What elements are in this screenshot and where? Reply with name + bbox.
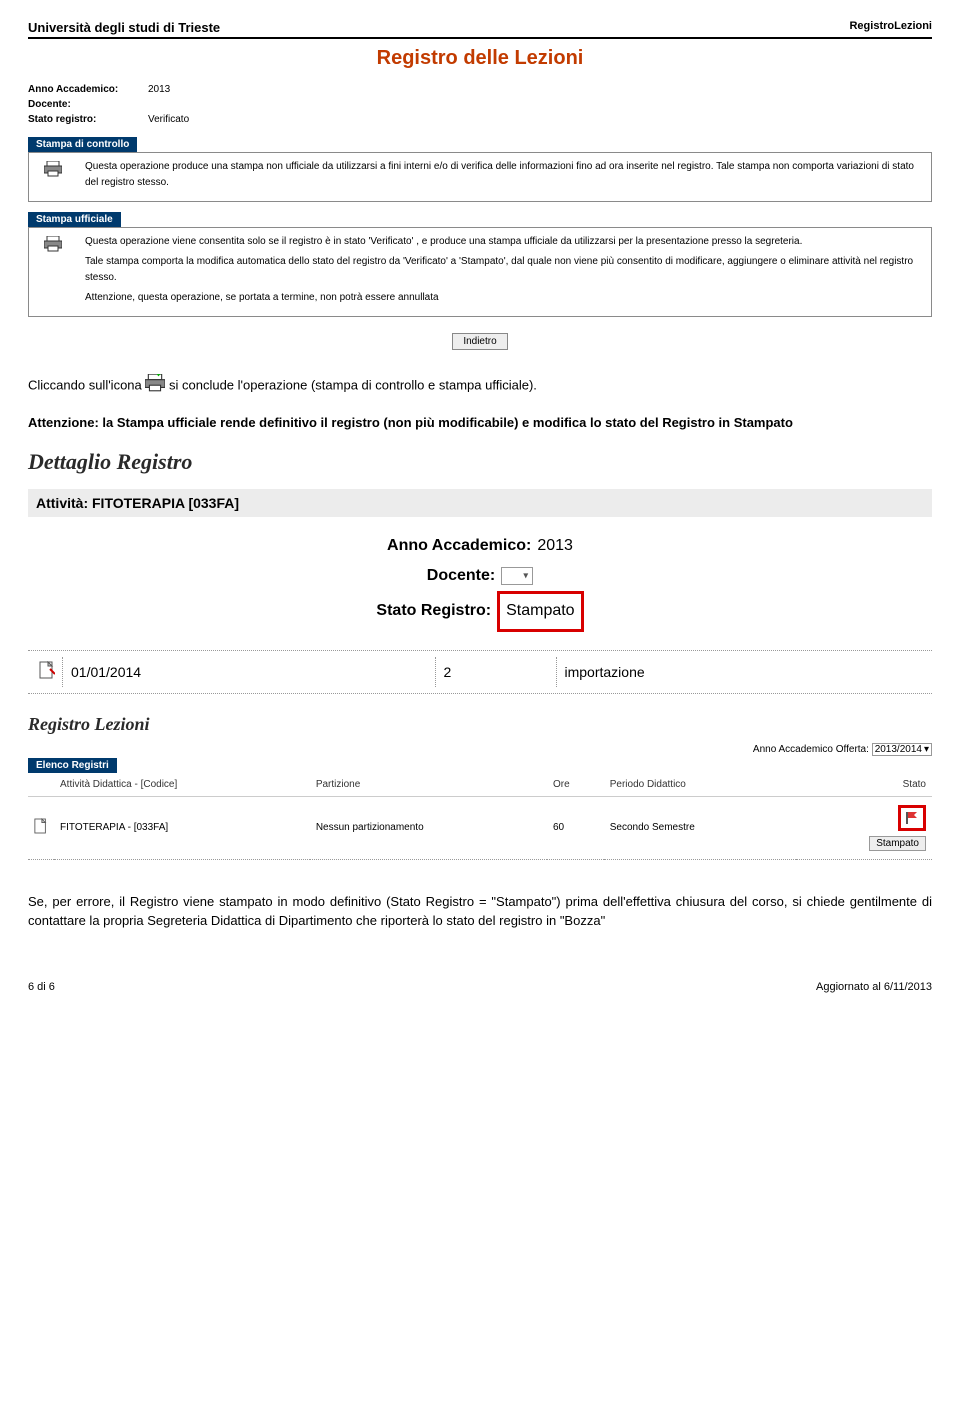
stampa-ufficiale-line3: Attenzione, questa operazione, se portat… <box>85 290 923 306</box>
footer-date: Aggiornato al 6/11/2013 <box>816 981 932 993</box>
page-footer: 6 di 6 Aggiornato al 6/11/2013 <box>0 981 960 1017</box>
section-stampa-controllo: Questa operazione produce una stampa non… <box>28 152 932 202</box>
col-attivita: Attività Didattica - [Codice] <box>54 773 310 797</box>
stato-value-highlight: Stampato <box>497 591 583 631</box>
stato-label: Stato registro: <box>28 112 148 127</box>
stampa-controllo-text: Questa operazione produce una stampa non… <box>85 159 923 191</box>
det-docente-label: Docente: <box>427 561 495 591</box>
dettaglio-fields: Anno Accademico: 2013 Docente: ▾ Stato R… <box>28 531 932 632</box>
doc-icon[interactable] <box>34 826 48 837</box>
elenco-table: Attività Didattica - [Codice] Partizione… <box>28 773 932 860</box>
det-anno-label: Anno Accademico: <box>387 531 531 561</box>
indietro-button[interactable]: Indietro <box>452 333 507 350</box>
dettaglio-title: Dettaglio Registro <box>28 449 932 475</box>
det-stato-label: Stato Registro: <box>376 596 491 626</box>
section-stampa-ufficiale: Questa operazione viene consentita solo … <box>28 227 932 317</box>
chevron-down-icon: ▾ <box>523 567 528 586</box>
page-header: Università degli studi di Trieste Regist… <box>28 20 932 39</box>
registro-meta: Anno Accademico: 2013 Docente: Stato reg… <box>28 82 932 127</box>
doc-icon[interactable] <box>39 666 55 682</box>
cell-periodo: Secondo Semestre <box>604 796 796 859</box>
print-icon[interactable] <box>44 236 62 255</box>
paragraph-click-icon: Cliccando sull'icona si conclude l'opera… <box>28 374 932 398</box>
docente-select[interactable]: ▾ <box>501 567 533 585</box>
stato-chip: Stampato <box>869 836 926 851</box>
cell-partizione: Nessun partizionamento <box>310 796 547 859</box>
main-title: Registro delle Lezioni <box>28 47 932 70</box>
cell-attivita: FITOTERAPIA - [033FA] <box>54 796 310 859</box>
section-stampa-ufficiale-tab: Stampa ufficiale <box>28 212 121 227</box>
app-name: RegistroLezioni <box>849 20 932 32</box>
stampa-ufficiale-line2: Tale stampa comporta la modifica automat… <box>85 254 923 286</box>
stato-highlight-box <box>898 805 926 831</box>
col-partizione: Partizione <box>310 773 547 797</box>
col-ore: Ore <box>547 773 604 797</box>
ay-offer: Anno Accademico Offerta: 2013/2014 ▾ <box>28 743 932 756</box>
print-icon[interactable] <box>44 161 62 180</box>
paragraph-attenzione: Attenzione: la Stampa ufficiale rende de… <box>28 414 932 433</box>
det-anno-value: 2013 <box>537 531 573 561</box>
elenco-registri-tab: Elenco Registri <box>28 758 117 773</box>
activity-row: 01/01/2014 2 importazione <box>28 650 932 694</box>
chevron-down-icon: ▾ <box>924 744 929 755</box>
stampa-ufficiale-line1: Questa operazione viene consentita solo … <box>85 234 923 250</box>
row-date: 01/01/2014 <box>63 664 435 680</box>
cell-ore: 60 <box>547 796 604 859</box>
registro-lezioni-title: Registro Lezioni <box>28 714 932 735</box>
section-stampa-controllo-tab: Stampa di controllo <box>28 137 137 152</box>
activity-bar: Attività: FITOTERAPIA [033FA] <box>28 489 932 517</box>
print-icon <box>145 374 165 398</box>
flag-icon <box>905 812 919 824</box>
footer-page: 6 di 6 <box>28 981 55 993</box>
anno-label: Anno Accademico: <box>28 82 148 97</box>
univ-name: Università degli studi di Trieste <box>28 20 220 35</box>
paragraph-error-note: Se, per errore, il Registro viene stampa… <box>28 892 932 931</box>
col-stato: Stato <box>796 773 932 797</box>
col-periodo: Periodo Didattico <box>604 773 796 797</box>
row-desc: importazione <box>557 664 929 680</box>
anno-value: 2013 <box>148 82 170 97</box>
row-qty: 2 <box>436 664 556 680</box>
table-row: FITOTERAPIA - [033FA] Nessun partizionam… <box>28 796 932 859</box>
stato-value: Verificato <box>148 112 189 127</box>
ay-select[interactable]: 2013/2014 ▾ <box>872 743 932 756</box>
docente-label: Docente: <box>28 97 148 112</box>
